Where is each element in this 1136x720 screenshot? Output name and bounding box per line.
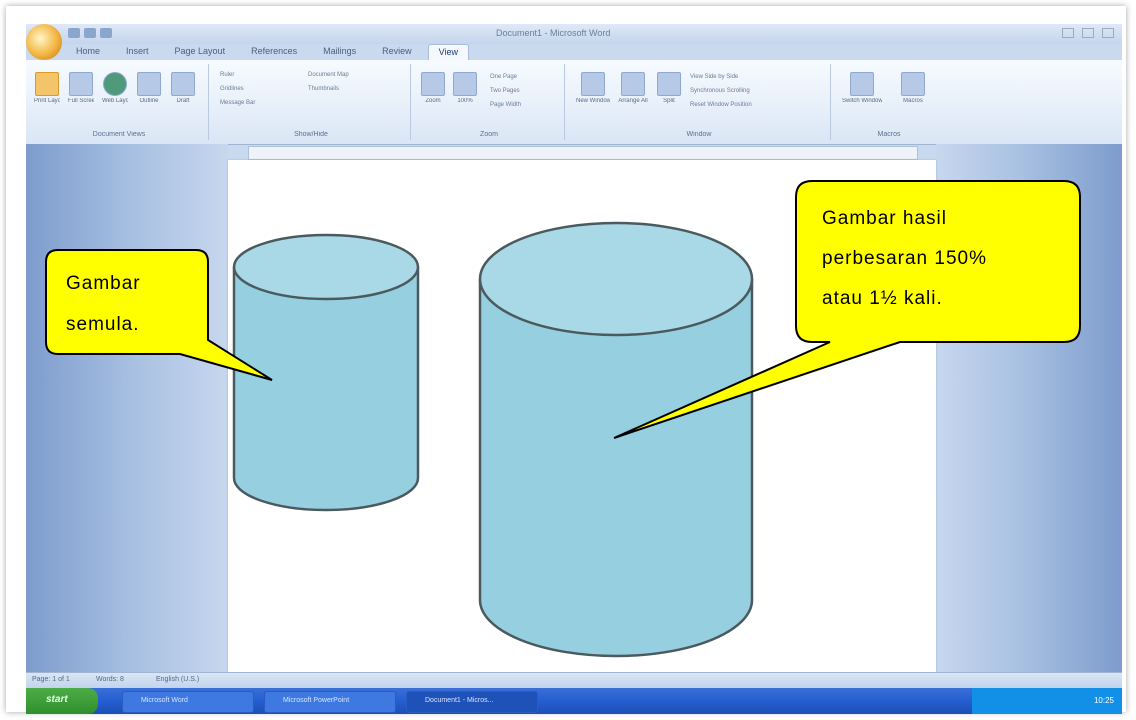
callout-enlarged-line-2: perbesaran 150% [822,248,987,269]
callout-enlarged-line-1: Gambar hasil [822,208,947,229]
small-cylinder-body [232,266,420,512]
large-cylinder-top [478,221,754,337]
small-cylinder-top [232,233,420,301]
callout-original-line-2: semula. [66,314,140,335]
large-cylinder[interactable] [478,221,754,658]
callout-original-line-1: Gambar [66,273,141,294]
callout-enlarged-line-3: atau 1½ kali. [822,288,943,309]
large-cylinder-body [478,278,754,658]
document-drawing: Gambar semula. Gambar hasil perbesaran 1… [45,180,1081,658]
